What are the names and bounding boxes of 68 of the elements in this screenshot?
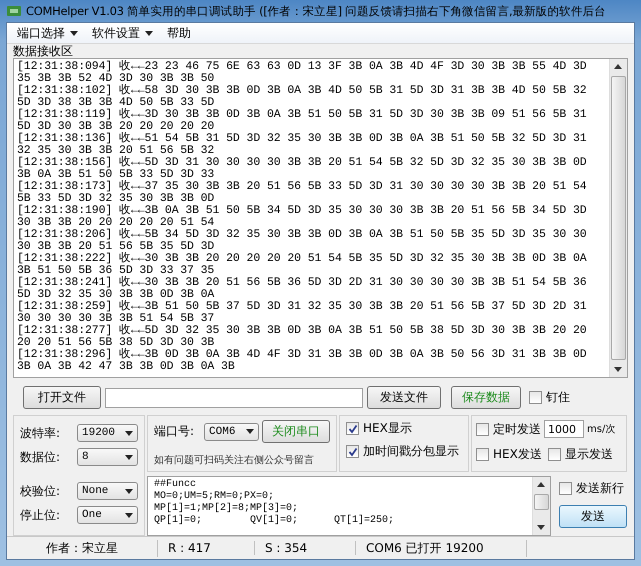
send-text-line: ##Funcc bbox=[154, 479, 198, 491]
open-file-button[interactable]: 打开文件 bbox=[23, 386, 101, 409]
scrollbar-thumb[interactable] bbox=[534, 494, 549, 510]
checkbox-label: 显示发送 bbox=[564, 446, 613, 463]
checkbox[interactable] bbox=[529, 391, 542, 404]
log-line: [12:31:38:259] 收←←3B 51 50 5B 37 5D 3D 31 32 35 30 3B 3B 20 51 56 5B 37 5D 3D 2D 31 30 30 30 30 3B 3B 51 54 5B 37 bbox=[17, 301, 588, 325]
setting-label: 校验位: bbox=[20, 482, 62, 500]
app-icon bbox=[6, 4, 22, 18]
send-text-line: MP[1]=1;MP[2]=8;MP[3]=0; bbox=[154, 503, 300, 514]
checkbox-label: 钉住 bbox=[546, 389, 570, 406]
status-text: S : 354 bbox=[255, 541, 356, 555]
unit-label: ms/次 bbox=[587, 423, 616, 436]
setting-dropdown[interactable]: One bbox=[77, 506, 138, 524]
status-text: R : 417 bbox=[158, 541, 255, 555]
status-text: COM6 已打开 19200 bbox=[356, 540, 527, 556]
log-line: [12:31:38:206] 收←←5B 34 5D 3D 32 35 30 3B 3B 0D 3B 0A 3B 51 50 5B 35 5D 3D 35 30 30 30 3B 3B 20 51 56 5B 35 5D 3D bbox=[17, 229, 588, 253]
file-path-field[interactable] bbox=[105, 388, 363, 408]
log-line: [12:31:38:222] 收←←30 3B 3B 20 20 20 20 20 51 54 5B 35 5D 3D 32 35 30 3B 3B 0D 3B 0A 3B 51 50 5B 36 5D 3D 33 37 35 bbox=[17, 253, 588, 277]
port-label: 端口号: bbox=[154, 423, 194, 440]
checkbox-label: HEX显示 bbox=[363, 420, 412, 437]
save-data-button[interactable]: 保存数据 bbox=[451, 386, 521, 409]
caret-icon bbox=[125, 454, 133, 460]
log-line: [12:31:38:241] 收←←30 3B 3B 20 51 56 5B 36 5D 3D 2D 31 30 30 30 30 3B 3B 51 54 5B 36 5D 3D 32 35 30 3B 3B 0D 3B 0A bbox=[17, 277, 588, 301]
hint-text: 如有问题可扫码关注右侧公众号留言 bbox=[154, 454, 315, 467]
send-text-field[interactable]: ##Funcc MO=0;UM=5;RM=0;PX=0; MP[1]=1;MP[2]=8;MP[3]=0; QP[1]=0; QV[1]=0; QT[1]=250; bbox=[147, 476, 551, 536]
checkbox-label: HEX发送 bbox=[493, 446, 542, 463]
checkbox-label: 定时发送 bbox=[493, 420, 541, 438]
setting-dropdown[interactable]: 19200 bbox=[77, 424, 138, 442]
menu-item[interactable]: 帮助 bbox=[167, 24, 191, 42]
log-line: [12:31:38:119] 收←←3D 30 3B 3B 0D 3B 0A 3B 51 50 5B 31 5D 3D 30 3B 3B 09 51 56 5B 31 5D 3D 30 3B 3B 20 20 20 20 20 bbox=[17, 109, 588, 133]
interval-field[interactable]: 1000 bbox=[544, 420, 584, 438]
log-line: [12:31:38:277] 收←←5D 3D 32 35 30 3B 3B 0D 3B 0A 3B 51 50 5B 38 5D 3D 30 3B 3B 20 20 20 20 51 56 5B 38 5D 3D 30 3B bbox=[17, 325, 588, 349]
send-text-line: QP[1]=0; QV[1]=0; QT[1]=250; bbox=[154, 515, 396, 527]
checkbox[interactable] bbox=[476, 448, 489, 461]
log-line: [12:31:38:173] 收←←37 35 30 3B 3B 20 51 56 5B 33 5D 3D 31 30 30 30 30 3B 3B 20 51 54 5B 33 5D 3D 32 35 30 3B 3B 0D bbox=[17, 181, 588, 205]
log-line: [12:31:38:156] 收←←5D 3D 31 30 30 30 30 3B 3B 20 51 54 5B 32 5D 3D 32 35 30 3B 3B 0D 3B 0A 3B 51 50 5B 33 5D 3D 33 bbox=[17, 157, 588, 181]
checkbox[interactable] bbox=[346, 445, 359, 458]
checkbox-label: 加时间戳分包显示 bbox=[363, 443, 459, 460]
log-line: [12:31:38:136] 收←←51 54 5B 31 5D 3D 32 35 30 3B 3B 0D 3B 0A 3B 51 50 5B 32 5D 3D 31 32 35 30 3B 3B 20 51 56 5B 32 bbox=[17, 133, 588, 157]
caret-icon bbox=[125, 512, 133, 518]
scrollbar-thumb[interactable] bbox=[611, 76, 626, 360]
setting-label: 波特率: bbox=[20, 424, 62, 442]
log-line: [12:31:38:190] 收←←3B 0A 3B 51 50 5B 34 5D 3D 35 30 30 30 3B 3B 20 51 56 5B 34 5D 3D 30 3B 3B 20 20 20 20 20 51 54 bbox=[17, 205, 588, 229]
caret-icon bbox=[246, 429, 254, 434]
group-label: 数据接收区 bbox=[13, 45, 74, 58]
caret-icon bbox=[125, 430, 133, 436]
log-line: [12:31:38:296] 收←←3B 0D 3B 0A 3B 4D 4F 3D 31 3B 3B 0D 3B 0A 3B 50 56 3D 31 3B 3B 0D 3B 0A 3B 42 47 3B 3B 0D 3B 0A 3B bbox=[17, 349, 588, 373]
checkbox[interactable] bbox=[559, 482, 572, 495]
menu-item[interactable]: 软件设置 bbox=[92, 24, 153, 42]
setting-label: 数据位: bbox=[20, 448, 62, 466]
send-button[interactable]: 发送 bbox=[559, 505, 627, 528]
checkbox[interactable] bbox=[476, 422, 489, 436]
checkbox[interactable] bbox=[548, 448, 561, 461]
setting-dropdown[interactable]: None bbox=[77, 482, 138, 500]
close-port-button[interactable]: 关闭串口 bbox=[262, 420, 330, 443]
log-line: [12:31:38:102] 收←←58 3D 30 3B 3B 0D 3B 0A 3B 4D 50 5B 31 5D 3D 31 3B 3B 4D 50 5B 32 5D 3D 38 3B 3B 4D 50 5B 33 5D bbox=[17, 85, 588, 109]
port-dropdown[interactable]: COM6 bbox=[204, 422, 259, 440]
status-text: 作者：宋立星 bbox=[7, 540, 158, 556]
send-text-line: MO=0;UM=5;RM=0;PX=0; bbox=[154, 491, 276, 502]
setting-dropdown[interactable]: 8 bbox=[77, 448, 138, 466]
caret-icon bbox=[125, 488, 133, 494]
window-title: COMHelper V1.03 简单实用的串口调试助手 ([作者：宋立星] 问题反馈请扫描右下角微信留言,最新版的软件后台 bbox=[26, 4, 606, 18]
checkbox[interactable] bbox=[346, 422, 359, 435]
log-line: [12:31:38:094] 收←←23 23 46 75 6E 63 63 0D 13 3F 3B 0A 3B 4D 4F 3D 30 3B 3B 55 4D 3D 35 3B 3B 52 4D 3D 30 3B 3B 50 bbox=[17, 61, 588, 85]
menu-item[interactable]: 端口选择 bbox=[17, 24, 78, 42]
setting-label: 停止位: bbox=[20, 506, 62, 524]
checkbox-label: 发送新行 bbox=[576, 480, 624, 497]
send-file-button[interactable]: 发送文件 bbox=[367, 386, 441, 409]
